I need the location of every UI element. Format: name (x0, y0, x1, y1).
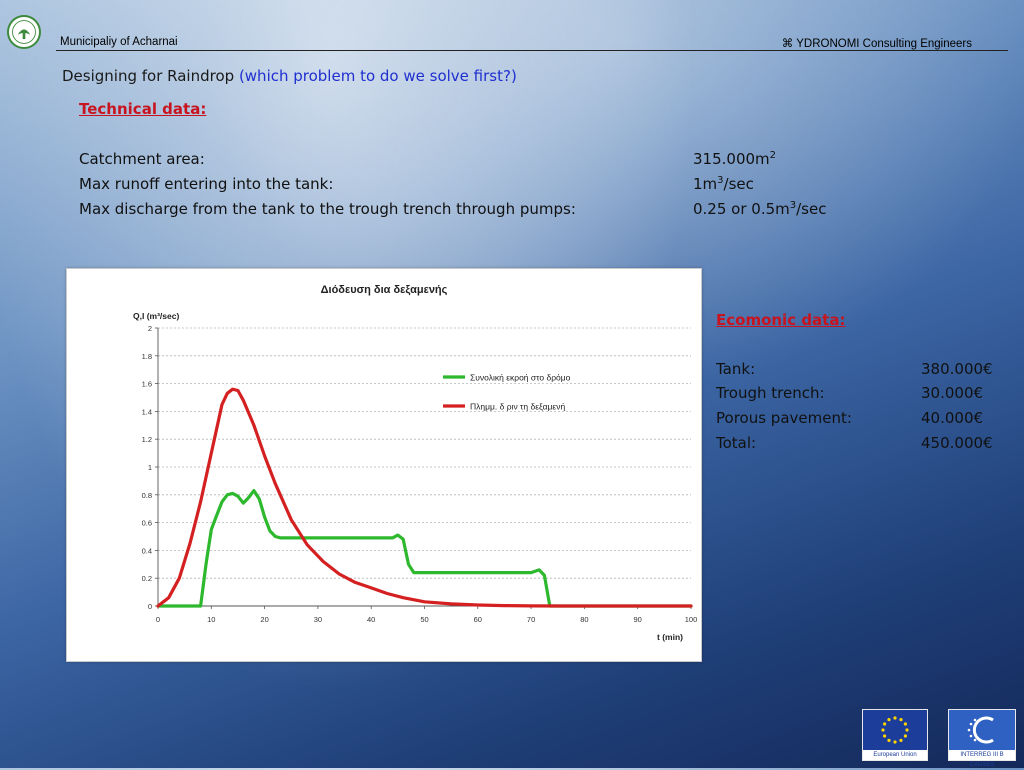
chart-ytick-label: 1.2 (142, 435, 152, 444)
page-title: Designing for Raindrop (which problem to… (62, 67, 517, 85)
header-municipality: Municipaliy of Acharnai (60, 36, 178, 48)
economic-heading: Ecomonic data: (716, 311, 846, 329)
chart-xtick-label: 0 (156, 615, 160, 624)
chart-xlabel: t (min) (657, 632, 683, 642)
chart-ylabel: Q,I (m³/sec) (133, 311, 179, 321)
chart-ytick-label: 0.8 (142, 491, 152, 500)
municipality-logo-icon (7, 15, 41, 49)
header-company: ⌘ YDRONOMI Consulting Engineers (781, 38, 972, 50)
eu-flag-logo-icon: European Union (862, 709, 928, 761)
chart-legend-label-1: Συνολική εκροή στο δρόμο (470, 373, 571, 383)
technical-heading: Technical data: (79, 100, 207, 118)
tech-value-runoff-suffix: /sec (723, 175, 754, 193)
chart-ytick-label: 2 (148, 324, 152, 333)
econ-label-total: Total: (716, 434, 757, 452)
chart-ytick-label: 0 (148, 602, 152, 611)
tech-value-runoff: 1m3/sec (693, 175, 754, 193)
chart-xtick-label: 10 (207, 615, 215, 624)
tech-value-catchment: 315.000m2 (693, 150, 776, 168)
tech-value-runoff-num: 1m (693, 175, 718, 193)
chart-panel: Διόδευση δια δεξαμενής Q,I (m³/sec) t (min… (66, 268, 702, 662)
chart-xtick-label: 20 (260, 615, 268, 624)
tech-value-discharge-suffix: /sec (796, 200, 827, 218)
chart-svg: Διόδευση δια δεξαμενής Q,I (m³/sec) t (min… (133, 284, 698, 642)
chart-ytick-label: 0.4 (142, 546, 152, 555)
chart-xtick-label: 30 (314, 615, 322, 624)
tech-value-catchment-num: 315.000m (693, 150, 770, 168)
interreg-logo-icon: INTERREG III B CADSES (948, 709, 1016, 768)
chart-xtick-label: 60 (474, 615, 482, 624)
chart-ytick-label: 1.8 (142, 352, 152, 361)
econ-value-pavement: 40.000€ (921, 409, 984, 427)
chart-xtick-label: 50 (420, 615, 428, 624)
eu-caption: European Union (863, 750, 927, 760)
econ-label-tank: Tank: (716, 360, 756, 378)
econ-value-trench: 30.000€ (921, 384, 984, 402)
econ-value-tank: 380.000€ (921, 360, 993, 378)
chart-series-line-1 (156, 489, 693, 608)
chart-ytick-label: 0.6 (142, 519, 152, 528)
tech-value-catchment-sup: 2 (769, 150, 777, 161)
tech-label-discharge: Max discharge from the tank to the troug… (79, 200, 576, 218)
econ-label-trench: Trough trench: (716, 384, 825, 402)
title-main: Designing for Raindrop (62, 67, 239, 85)
tech-value-discharge: 0.25 or 0.5m3/sec (693, 200, 826, 218)
chart-legend-label-2: Πλημμ. δ ριν τη δεξαμενή (470, 402, 565, 412)
tech-label-runoff: Max runoff entering into the tank: (79, 175, 334, 193)
title-question: (which problem to do we solve first?) (238, 67, 517, 85)
chart-ytick-label: 1.4 (142, 407, 152, 416)
econ-label-pavement: Porous pavement: (716, 409, 852, 427)
econ-value-total: 450.000€ (921, 434, 993, 452)
header-divider (56, 50, 1008, 51)
slide: Municipaliy of Acharnai ⌘ YDRONOMI Consu… (0, 0, 1024, 768)
tech-label-catchment: Catchment area: (79, 150, 205, 168)
chart-xtick-label: 40 (367, 615, 375, 624)
chart-ytick-label: 1.6 (142, 380, 152, 389)
tech-value-discharge-num: 0.25 or 0.5m (693, 200, 790, 218)
chart-ytick-label: 0.2 (142, 574, 152, 583)
chart-xtick-label: 90 (634, 615, 642, 624)
chart-title: Διόδευση δια δεξαμενής (321, 284, 448, 296)
chart-ytick-label: 1 (148, 463, 152, 472)
interreg-caption: INTERREG III B CADSES (949, 750, 1015, 768)
chart-xtick-label: 80 (580, 615, 588, 624)
chart-xtick-label: 70 (527, 615, 535, 624)
chart-xtick-label: 100 (685, 615, 698, 624)
